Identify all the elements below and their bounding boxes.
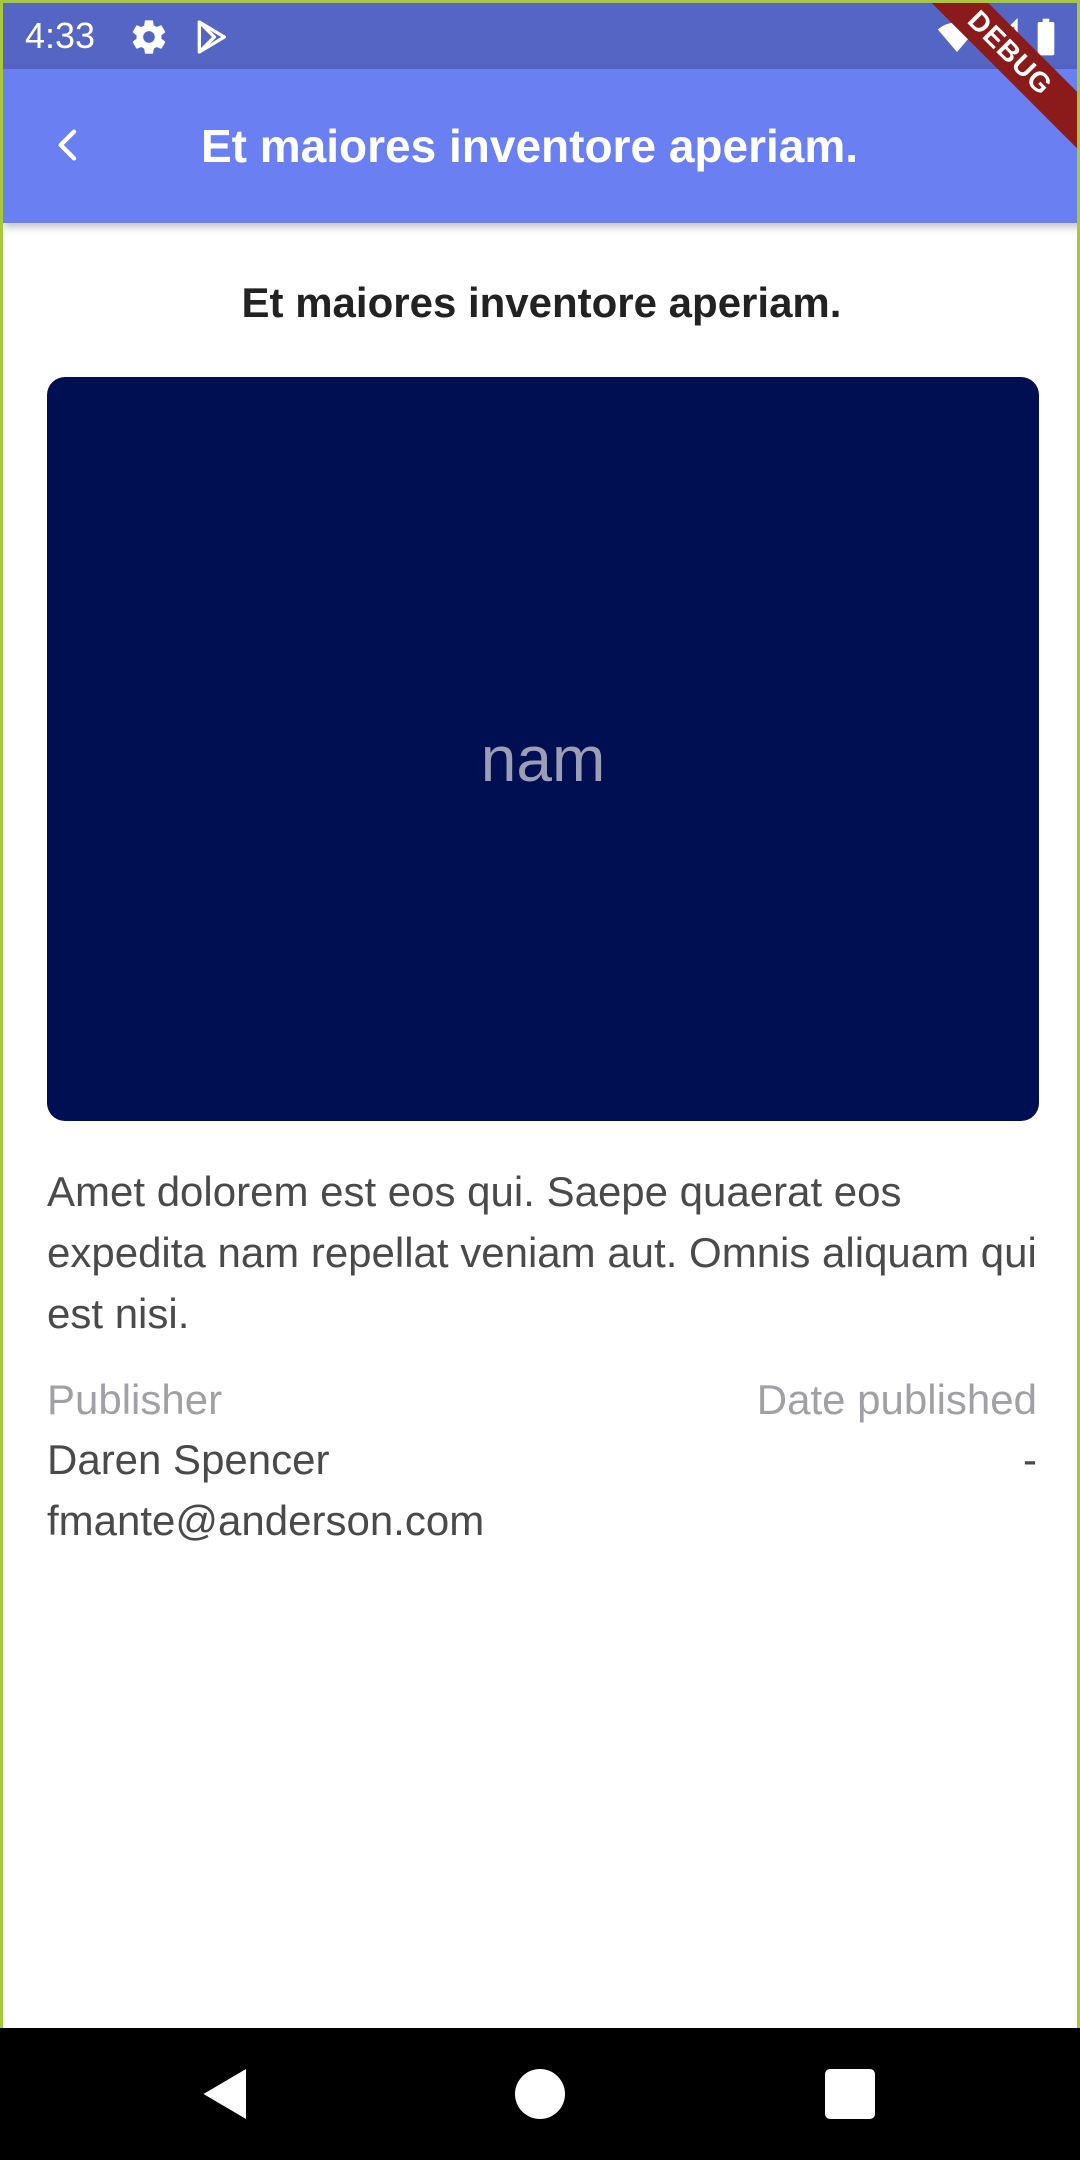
article-description: Amet dolorem est eos qui. Saepe quaerat … <box>47 1168 1037 1337</box>
article-image: nam <box>47 377 1039 1121</box>
play-store-icon <box>191 17 231 57</box>
publisher-label: Publisher <box>47 1376 223 1423</box>
chevron-left-icon <box>58 129 77 161</box>
recents-square-icon <box>825 2069 875 2119</box>
back-triangle-icon <box>203 2069 246 2119</box>
status-bar: 4:33 <box>3 3 1077 69</box>
app-bar-title: Et maiores inventore aperiam. <box>201 120 859 172</box>
system-nav-bar <box>0 2028 1080 2160</box>
nav-back-button[interactable] <box>196 2064 256 2124</box>
back-button[interactable] <box>33 109 105 181</box>
gear-icon <box>129 17 169 57</box>
status-time: 4:33 <box>25 15 96 56</box>
publisher-email: fmante@anderson.com <box>47 1497 485 1544</box>
publisher-name: Daren Spencer <box>47 1436 330 1483</box>
app-bar: Et maiores inventore aperiam. <box>3 69 1077 223</box>
publisher-section: Publisher Daren Spencer fmante@anderson.… <box>47 1371 484 1551</box>
article-heading: Et maiores inventore aperiam. <box>241 279 842 326</box>
image-placeholder-label: nam <box>480 723 606 795</box>
date-section: Date published - <box>757 1371 1037 1490</box>
date-published-label: Date published <box>756 1376 1037 1423</box>
home-circle-icon <box>515 2069 565 2119</box>
nav-home-button[interactable] <box>510 2064 570 2124</box>
nav-recents-button[interactable] <box>820 2064 880 2124</box>
app-frame: 4:33 Et maiores inventore aperiam. DEBUG… <box>0 0 1080 2028</box>
date-published-value: - <box>1023 1436 1037 1483</box>
